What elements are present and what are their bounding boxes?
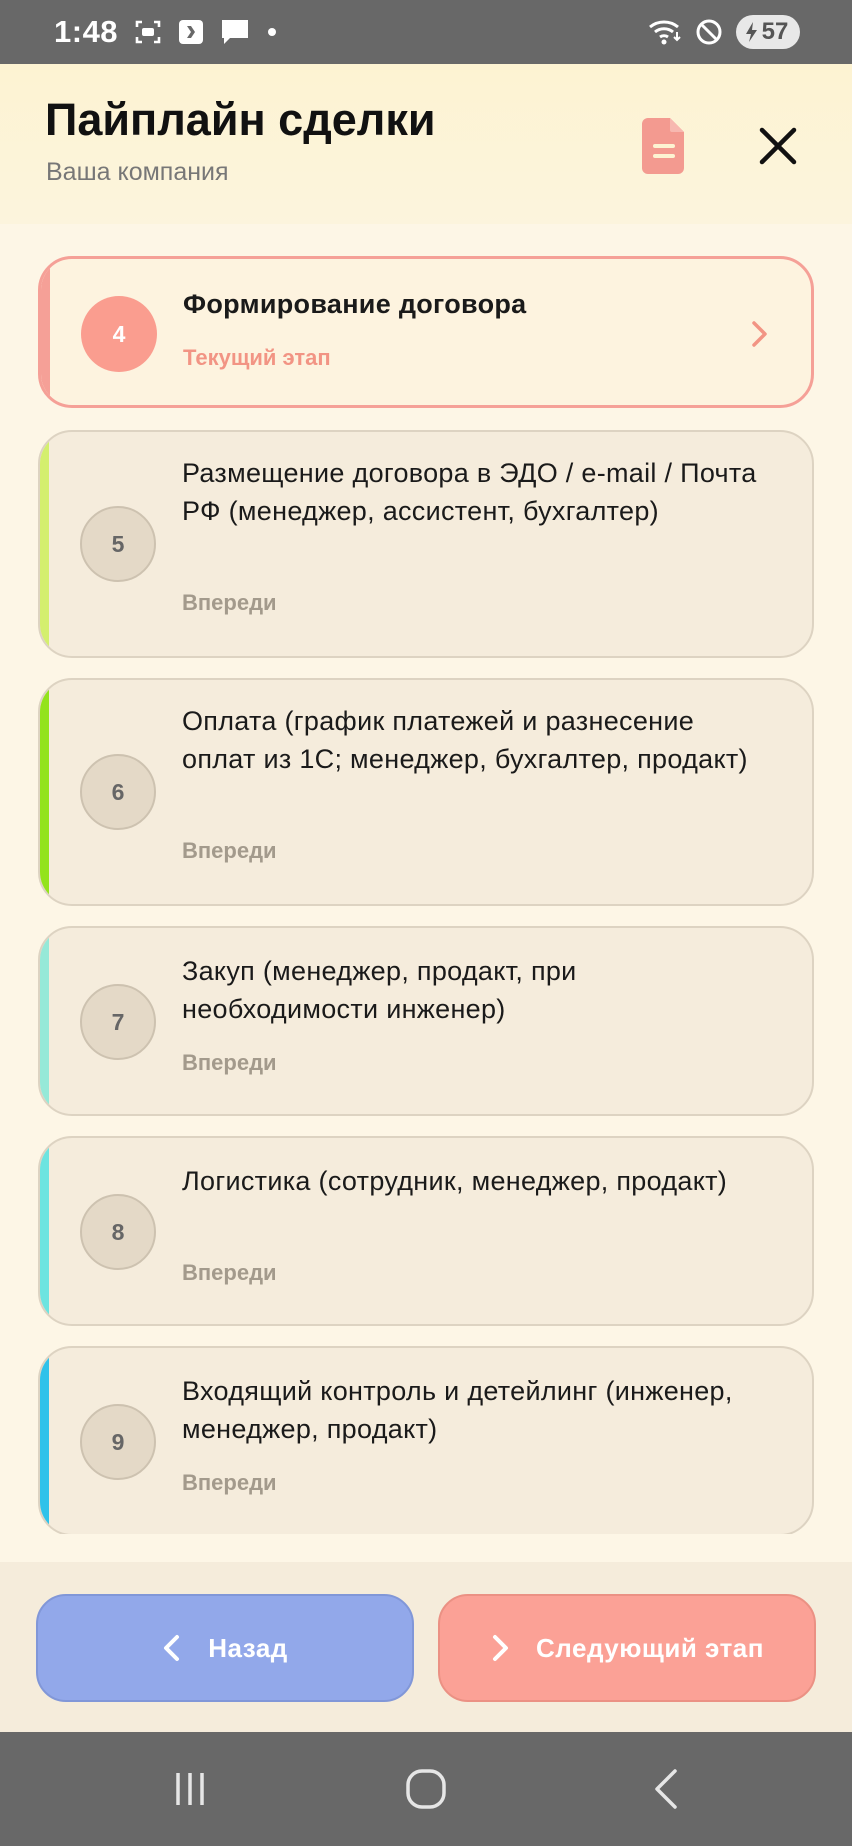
home-icon (406, 1769, 446, 1809)
stage-status: Впереди (182, 838, 277, 863)
stage-status: Впереди (182, 1050, 277, 1075)
stage-card[interactable]: 7 Закуп (менеджер, продакт, при необходи… (38, 926, 814, 1116)
stage-status: Впереди (182, 1260, 277, 1285)
stage-number: 4 (81, 296, 157, 372)
stage-accent (40, 680, 49, 904)
battery-level: 57 (761, 18, 789, 45)
stage-number: 5 (80, 506, 156, 582)
close-button[interactable] (752, 120, 804, 172)
back-button[interactable]: Назад (36, 1594, 414, 1702)
next-stage-button-label: Следующий этап (536, 1632, 764, 1663)
chevron-left-icon (164, 1635, 180, 1661)
stage-number: 9 (80, 1404, 156, 1480)
stage-list[interactable]: 4 Формирование договора Текущий этап 5 Р… (0, 224, 852, 1534)
chevron-right-icon (493, 1635, 509, 1661)
battery-icon: 57 (736, 15, 800, 49)
do-not-disturb-icon (694, 17, 724, 47)
stage-accent (40, 928, 49, 1114)
document-button[interactable] (640, 116, 690, 176)
back-button-label: Назад (208, 1632, 288, 1663)
stage-status: Впереди (182, 590, 277, 615)
back-nav-button[interactable] (636, 1764, 696, 1814)
wifi-icon (648, 18, 682, 46)
page-title: Пайплайн сделки (45, 94, 436, 145)
screenshot-icon (134, 18, 162, 46)
dot-icon (266, 26, 278, 38)
stage-card[interactable]: 5 Размещение договора в ЭДО / e-mail / П… (38, 430, 814, 658)
status-bar: 1:48 57 (0, 0, 852, 64)
stage-card[interactable]: 8 Логистика (сотрудник, менеджер, продак… (38, 1136, 814, 1326)
stage-status: Впереди (182, 1470, 277, 1495)
stage-name: Оплата (график платежей и разнесение опл… (182, 706, 748, 774)
recent-apps-button[interactable] (160, 1764, 220, 1814)
stage-accent (40, 1138, 49, 1324)
stage-accent (40, 432, 49, 656)
stage-status: Текущий этап (183, 345, 331, 370)
stage-name: Размещение договора в ЭДО / e-mail / Поч… (182, 458, 757, 526)
message-icon (220, 18, 250, 46)
stage-number: 8 (80, 1194, 156, 1270)
close-icon (759, 127, 797, 165)
page-subtitle: Ваша компания (46, 158, 229, 186)
stage-name: Формирование договора (183, 289, 527, 319)
stage-card-current[interactable]: 4 Формирование договора Текущий этап (38, 256, 814, 408)
recent-apps-icon (176, 1773, 204, 1805)
stage-name: Логистика (сотрудник, менеджер, продакт) (182, 1166, 728, 1196)
stage-card[interactable]: 9 Входящий контроль и детейлинг (инженер… (38, 1346, 814, 1534)
back-icon (655, 1769, 677, 1809)
stage-card[interactable]: 6 Оплата (график платежей и разнесение о… (38, 678, 814, 906)
stage-number: 7 (80, 984, 156, 1060)
stage-accent (40, 1348, 49, 1534)
status-right: 57 (648, 15, 800, 49)
music-app-icon (178, 19, 204, 45)
home-button[interactable] (396, 1764, 456, 1814)
footer: Назад Следующий этап (0, 1562, 852, 1732)
status-left: 1:48 (54, 14, 278, 50)
stage-name: Входящий контроль и детейлинг (инженер, … (182, 1376, 733, 1444)
stage-name: Закуп (менеджер, продакт, при необходимо… (182, 956, 577, 1024)
status-time: 1:48 (54, 14, 119, 49)
next-stage-button[interactable]: Следующий этап (438, 1594, 816, 1702)
document-icon (642, 118, 684, 174)
header: Пайплайн сделки Ваша компания (0, 64, 852, 224)
stage-accent (41, 259, 50, 405)
chevron-right-icon (752, 321, 767, 347)
stage-number: 6 (80, 754, 156, 830)
navigation-bar (0, 1732, 852, 1846)
